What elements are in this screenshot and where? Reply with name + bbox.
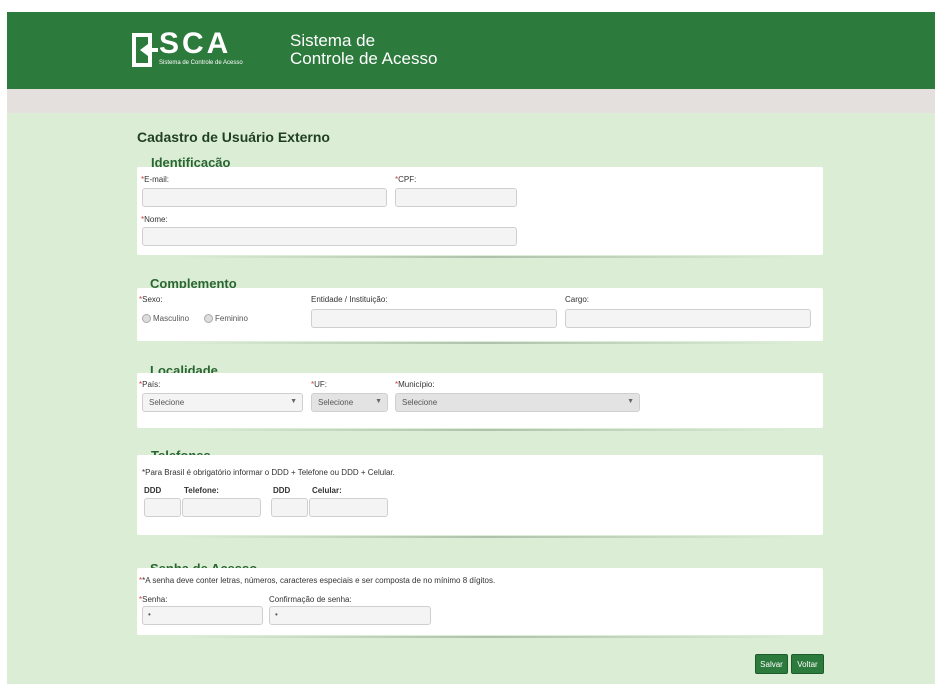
- radio-feminino[interactable]: Feminino: [204, 314, 248, 323]
- dropdown-arrow-icon: ▼: [375, 398, 382, 405]
- divider: [177, 536, 797, 538]
- ddd-celular-field[interactable]: [271, 498, 308, 517]
- pais-select[interactable]: Selecione ▼: [142, 393, 303, 412]
- fieldset-localidade: *País: Selecione ▼ *UF: Selecione ▼ *Munic…: [137, 373, 823, 428]
- divider: [177, 256, 797, 258]
- fieldset-senha: **A senha deve conter letras, números, c…: [137, 568, 823, 635]
- header-bar: SCA Sistema de Controle de Acesso Sistem…: [7, 12, 935, 89]
- page-title: Cadastro de Usuário Externo: [137, 129, 330, 145]
- senha-label: *Senha:: [139, 595, 168, 604]
- entidade-label: Entidade / Instituição:: [311, 295, 388, 304]
- sub-header-bar: [7, 89, 935, 113]
- cpf-field[interactable]: [395, 188, 517, 207]
- voltar-button[interactable]: Voltar: [791, 654, 824, 674]
- divider: [177, 342, 797, 344]
- municipio-select[interactable]: Selecione ▼: [395, 393, 640, 412]
- dropdown-arrow-icon: ▼: [290, 398, 297, 405]
- dropdown-arrow-icon: ▼: [627, 398, 634, 405]
- email-label: *E-mail:: [141, 175, 170, 184]
- fieldset-identificacao: *E-mail: *CPF: *Nome:: [137, 167, 823, 255]
- system-title-line-2: Controle de Acesso: [290, 49, 438, 68]
- ddd-label: DDD: [144, 486, 162, 495]
- cpf-label: *CPF:: [395, 175, 417, 184]
- ddd-telefone-field[interactable]: [144, 498, 181, 517]
- salvar-button[interactable]: Salvar: [755, 654, 788, 674]
- ddd-celular-label: DDD: [273, 486, 291, 495]
- confirmacao-label: Confirmação de senha:: [269, 595, 352, 604]
- cargo-label: Cargo:: [565, 295, 590, 304]
- telefone-label: Telefone:: [184, 486, 219, 495]
- nome-label: *Nome:: [141, 215, 168, 224]
- entidade-field[interactable]: [311, 309, 557, 328]
- radio-button-icon: [142, 314, 151, 323]
- fieldset-telefones: *Para Brasil é obrigatório informar o DD…: [137, 455, 823, 535]
- telefones-note: *Para Brasil é obrigatório informar o DD…: [142, 468, 395, 477]
- confirmacao-field[interactable]: •: [269, 606, 431, 625]
- nome-field[interactable]: [142, 227, 517, 246]
- logo-subtitle: Sistema de Controle de Acesso: [159, 60, 243, 66]
- municipio-label: *Município:: [395, 380, 435, 389]
- celular-field[interactable]: [309, 498, 388, 517]
- divider: [177, 636, 797, 638]
- celular-label: Celular:: [312, 486, 342, 495]
- email-field[interactable]: [142, 188, 387, 207]
- logo-acronym: SCA: [159, 27, 232, 60]
- fieldset-complemento: *Sexo: Masculino Feminino Entidade / Ins…: [137, 288, 823, 341]
- divider: [177, 429, 797, 431]
- cargo-field[interactable]: [565, 309, 811, 328]
- uf-select[interactable]: Selecione ▼: [311, 393, 388, 412]
- telefone-field[interactable]: [182, 498, 261, 517]
- system-title: Sistema de Controle de Acesso: [290, 32, 437, 68]
- sexo-label: *Sexo:: [139, 295, 163, 304]
- page: SCA Sistema de Controle de Acesso Sistem…: [7, 12, 935, 684]
- radio-button-icon: [204, 314, 213, 323]
- radio-masculino[interactable]: Masculino: [142, 314, 189, 323]
- senha-field[interactable]: •: [142, 606, 263, 625]
- system-title-line-1: Sistema de: [290, 31, 376, 50]
- senha-note: **A senha deve conter letras, números, c…: [139, 576, 496, 585]
- uf-label: *UF:: [311, 380, 328, 389]
- door-exit-icon: [132, 33, 160, 67]
- pais-label: *País:: [139, 380, 161, 389]
